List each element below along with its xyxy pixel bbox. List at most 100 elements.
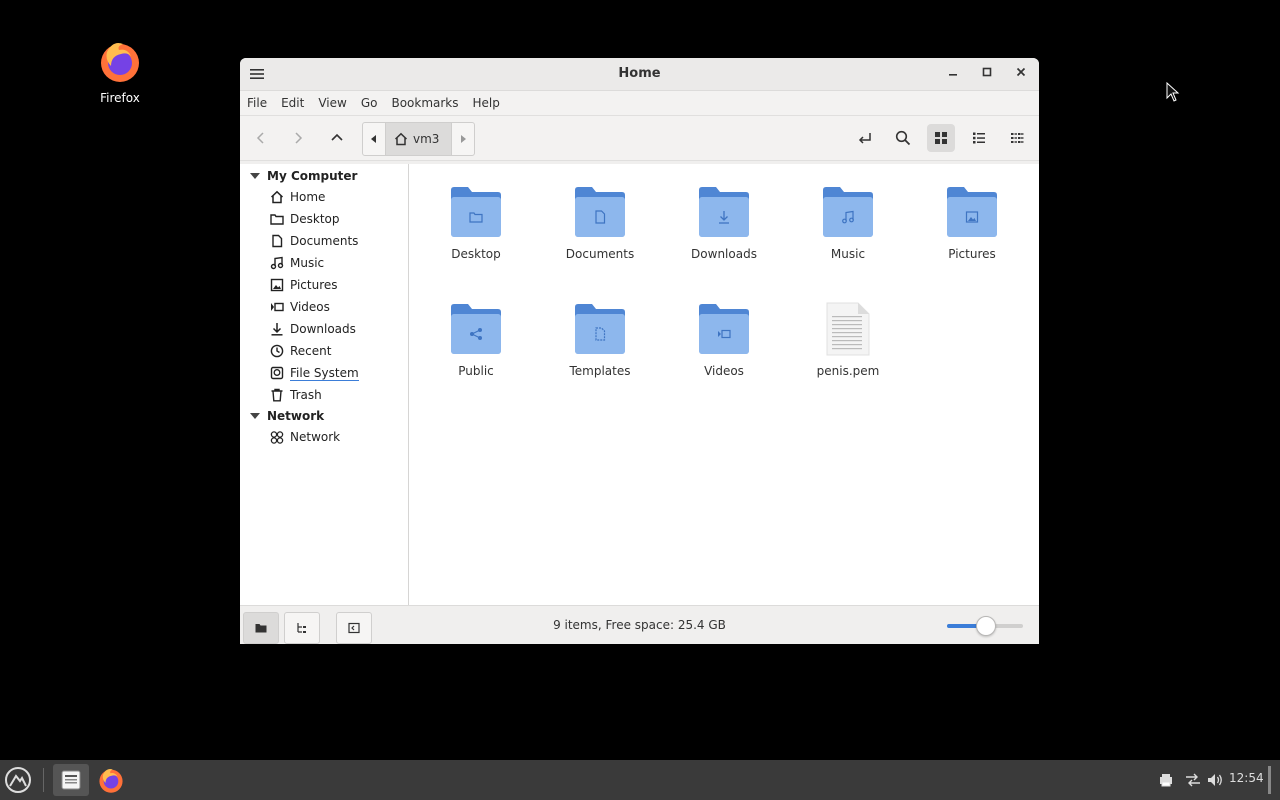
sidebar-item-documents[interactable]: Documents (240, 230, 408, 252)
menu-file[interactable]: File (247, 96, 267, 110)
folder-item[interactable]: Music (793, 184, 903, 261)
desktop-firefox-label: Firefox (100, 91, 140, 105)
sidebar-section-title: My Computer (267, 169, 358, 183)
sidebar-item-file-system[interactable]: File System (240, 362, 408, 384)
list-view-button[interactable] (965, 124, 993, 152)
show-desktop-handle[interactable] (1268, 766, 1271, 794)
taskbar-firefox[interactable] (94, 764, 128, 796)
up-button[interactable] (323, 124, 351, 152)
breadcrumb-home[interactable]: vm3 (386, 122, 452, 156)
minimize-button[interactable] (945, 66, 961, 82)
file-manager-window: Home File Edit View Go Bookmarks Help vm… (240, 58, 1039, 644)
network-tray-icon[interactable] (1184, 772, 1202, 791)
sidebar-item-recent[interactable]: Recent (240, 340, 408, 362)
taskbar-file-manager[interactable] (53, 764, 89, 796)
sidebar-item-trash[interactable]: Trash (240, 384, 408, 406)
menu-help[interactable]: Help (473, 96, 500, 110)
file-label: Pictures (948, 247, 996, 261)
menu-go[interactable]: Go (361, 96, 378, 110)
document-icon (270, 234, 284, 248)
breadcrumb-scroll-right[interactable] (451, 122, 476, 156)
list-view-icon (973, 132, 985, 144)
volume-tray-icon[interactable] (1206, 772, 1224, 791)
menu-edit[interactable]: Edit (281, 96, 304, 110)
maximize-button[interactable] (979, 66, 995, 82)
taskbar: 12:54 (0, 760, 1280, 800)
compact-view-button[interactable] (1003, 124, 1031, 152)
sidebar-item-label: File System (290, 365, 359, 381)
printer-tray-icon[interactable] (1158, 772, 1174, 791)
sidebar-item-network[interactable]: Network (240, 426, 408, 448)
breadcrumb-scroll-left[interactable] (362, 122, 386, 156)
window-title: Home (618, 66, 661, 81)
title-bar: Home (240, 58, 1039, 91)
close-button[interactable] (1013, 66, 1029, 82)
firefox-icon (99, 769, 123, 793)
zoom-slider[interactable] (947, 616, 1023, 636)
sidebar-item-label: Documents (290, 234, 359, 248)
triangle-left-icon (371, 135, 376, 143)
video-icon (270, 300, 284, 314)
download-icon (270, 322, 284, 336)
icon-view-button[interactable] (927, 124, 955, 152)
clock-icon (270, 344, 284, 358)
sidebar-item-home[interactable]: Home (240, 186, 408, 208)
file-label: Downloads (691, 247, 757, 261)
menu-bookmarks[interactable]: Bookmarks (391, 96, 458, 110)
chevron-right-icon (295, 132, 303, 144)
taskbar-separator (43, 768, 44, 792)
sidebar-item-label: Network (290, 430, 341, 444)
menu-view[interactable]: View (318, 96, 346, 110)
network-disconnected-icon (1186, 773, 1200, 787)
trash-icon (270, 388, 284, 402)
file-manager-icon (61, 770, 81, 790)
file-label: Templates (569, 364, 631, 378)
search-button[interactable] (889, 124, 917, 152)
mouse-cursor-icon (1166, 82, 1180, 102)
expander-triangle-icon[interactable] (250, 413, 260, 419)
file-label: penis.pem (816, 364, 880, 378)
folder-item[interactable]: Public (421, 301, 531, 378)
search-icon (895, 130, 911, 146)
close-icon (1016, 67, 1026, 77)
folder-item[interactable]: Downloads (669, 184, 779, 261)
breadcrumb-label: vm3 (413, 132, 440, 146)
sidebar-item-label: Music (290, 256, 325, 270)
desktop-firefox-shortcut[interactable]: Firefox (88, 38, 152, 105)
start-menu-button[interactable] (2, 764, 34, 796)
sidebar-item-label: Videos (290, 300, 330, 314)
folder-item[interactable]: Pictures (917, 184, 1027, 261)
main-area: My Computer Home Desktop Documents Music Pict… (240, 164, 1039, 606)
compact-view-icon (1011, 133, 1024, 143)
zoom-slider-handle[interactable] (976, 616, 996, 636)
folder-item[interactable]: Templates (545, 301, 655, 378)
folder-item[interactable]: Documents (545, 184, 655, 261)
expander-triangle-icon[interactable] (250, 173, 260, 179)
folder-item[interactable]: Desktop (421, 184, 531, 261)
sidebar-item-desktop[interactable]: Desktop (240, 208, 408, 230)
sidebar-item-pictures[interactable]: Pictures (240, 274, 408, 296)
grid-view-icon (935, 132, 947, 144)
sidebar-item-downloads[interactable]: Downloads (240, 318, 408, 340)
sidebar-section-header[interactable]: My Computer (240, 166, 408, 186)
clock[interactable]: 12:54 (1229, 771, 1264, 785)
location-toggle-button[interactable] (851, 124, 879, 152)
sidebar-item-videos[interactable]: Videos (240, 296, 408, 318)
text-file-icon (826, 302, 870, 356)
sidebar-section-header[interactable]: Network (240, 406, 408, 426)
sidebar-item-music[interactable]: Music (240, 252, 408, 274)
home-icon (270, 190, 284, 204)
file-view[interactable]: Desktop Documents Downloads Music Pictures Pu… (409, 164, 1039, 606)
network-icon (270, 430, 284, 444)
back-button[interactable] (247, 124, 275, 152)
sidebar-item-label: Recent (290, 344, 332, 358)
folder-download-icon (699, 187, 749, 237)
sidebar-item-label: Home (290, 190, 326, 204)
home-icon (394, 132, 408, 146)
chevron-left-icon (256, 132, 264, 144)
mint-menu-icon (5, 767, 31, 793)
forward-button[interactable] (284, 124, 312, 152)
sidebar-item-label: Desktop (290, 212, 340, 226)
file-item[interactable]: penis.pem (793, 301, 903, 378)
folder-item[interactable]: Videos (669, 301, 779, 378)
